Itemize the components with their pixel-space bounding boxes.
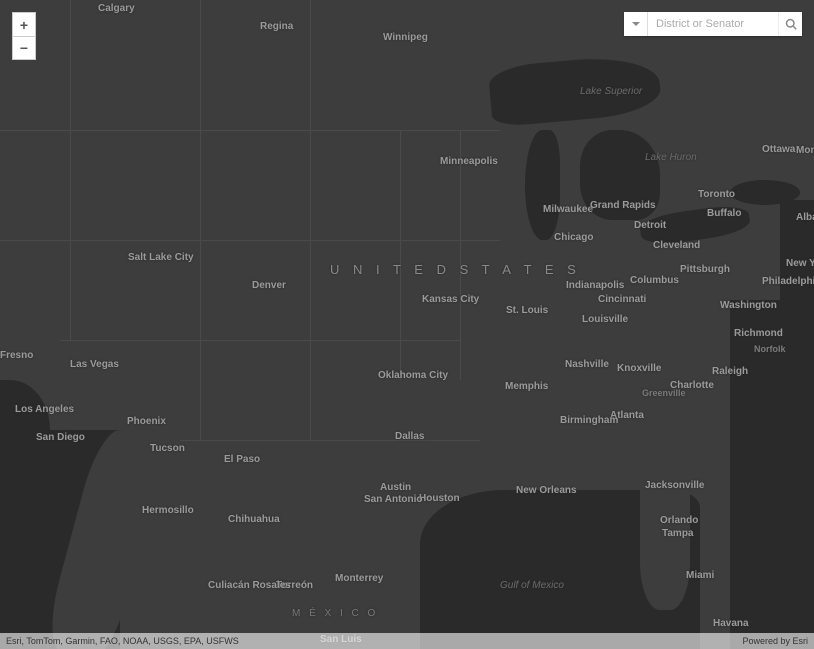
state-borders (0, 0, 814, 649)
search-container (624, 12, 802, 36)
attribution-sources: Esri, TomTom, Garmin, FAO, NOAA, USGS, E… (6, 636, 239, 646)
search-button[interactable] (778, 12, 802, 36)
zoom-in-button[interactable]: + (12, 12, 36, 36)
attribution-bar: Esri, TomTom, Garmin, FAO, NOAA, USGS, E… (0, 633, 814, 649)
chevron-down-icon (631, 19, 641, 29)
attribution-powered-by[interactable]: Powered by Esri (742, 636, 808, 646)
search-dropdown-toggle[interactable] (624, 12, 648, 36)
map-basemap[interactable]: U N I T E D S T A T E S M É X I C O Lake… (0, 0, 814, 649)
zoom-controls: + − (12, 12, 36, 60)
zoom-out-button[interactable]: − (12, 36, 36, 60)
search-icon (785, 18, 797, 30)
search-input[interactable] (648, 12, 778, 36)
map-container[interactable]: U N I T E D S T A T E S M É X I C O Lake… (0, 0, 814, 649)
